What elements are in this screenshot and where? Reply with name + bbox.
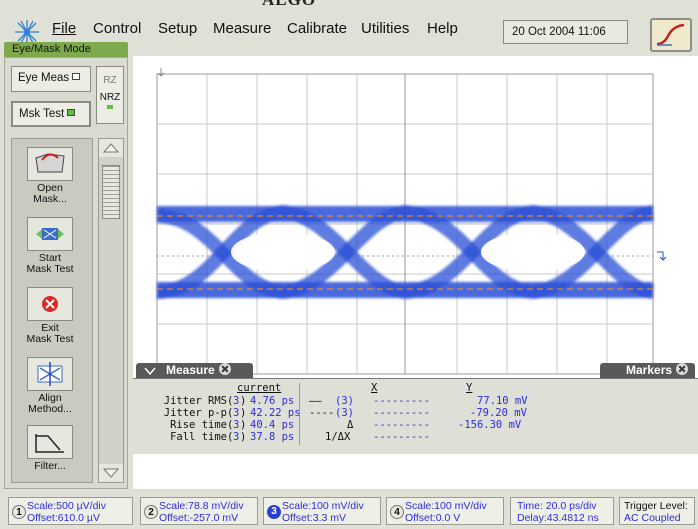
start-mask-icon xyxy=(27,217,73,251)
eye-mask-mode-tab[interactable]: Eye/Mask Mode xyxy=(4,42,128,57)
chevron-down-icon xyxy=(144,365,156,379)
exit-mask-icon xyxy=(27,287,73,321)
measure-scope-button[interactable] xyxy=(650,18,692,52)
markers-tab[interactable]: Markers xyxy=(600,363,695,378)
menu-help[interactable]: Help xyxy=(427,20,458,37)
nrz-led-icon xyxy=(107,105,113,109)
channel-number-badge: 4 xyxy=(390,505,404,519)
scroll-up-icon[interactable] xyxy=(99,139,123,157)
measure-panel: current X Y Jitter RMS (3) 4.76 ps Jitte… xyxy=(133,378,698,454)
left-control-panel: Eye Meas Msk Test RZ NRZ Open Mask... St… xyxy=(4,57,128,489)
menu-control[interactable]: Control xyxy=(93,20,141,37)
menu-utilities[interactable]: Utilities xyxy=(361,20,409,37)
tool-scrollbar[interactable] xyxy=(98,138,124,483)
scroll-thumb[interactable] xyxy=(102,165,120,219)
align-method-button[interactable]: Align Method... xyxy=(18,357,82,415)
menu-calibrate[interactable]: Calibrate xyxy=(287,20,347,37)
rz-nrz-toggle[interactable]: RZ NRZ xyxy=(96,66,124,124)
menu-bar: File Control Setup Measure Calibrate Uti… xyxy=(0,8,698,52)
channel-1-readout[interactable]: 1 Scale:500 µV/div Offset:610.0 µV xyxy=(8,497,133,525)
align-icon xyxy=(27,357,73,391)
date-time-display: 20 Oct 2004 11:06 xyxy=(503,20,628,44)
measure-close-icon[interactable] xyxy=(218,363,231,375)
exit-mask-test-button[interactable]: Exit Mask Test xyxy=(18,287,82,345)
msk-test-button[interactable]: Msk Test xyxy=(11,101,91,127)
open-folder-icon xyxy=(27,147,73,181)
col-x-header: X xyxy=(371,382,378,394)
open-mask-button[interactable]: Open Mask... xyxy=(18,147,82,205)
filter-button[interactable]: Filter... xyxy=(18,425,82,472)
menu-setup[interactable]: Setup xyxy=(158,20,197,37)
status-bar: 1 Scale:500 µV/div Offset:610.0 µV 2 Sca… xyxy=(0,489,698,529)
markers-close-icon[interactable] xyxy=(676,363,689,375)
waveform-icon xyxy=(656,23,685,46)
measure-tab[interactable]: Measure xyxy=(136,363,253,378)
title-strip: ALGO xyxy=(0,0,698,9)
eye-meas-button[interactable]: Eye Meas xyxy=(11,66,91,92)
scroll-down-icon[interactable] xyxy=(99,464,123,482)
tool-column: Open Mask... Start Mask Test Exit Mask T… xyxy=(11,138,93,483)
msk-test-led-icon xyxy=(67,109,76,116)
channel-number-badge: 2 xyxy=(144,505,158,519)
channel-number-badge: 1 xyxy=(12,505,26,519)
col-current-header: current xyxy=(237,382,282,394)
channel-3-readout[interactable]: 3 Scale:100 mV/div Offset:3.3 mV xyxy=(263,497,381,525)
start-mask-test-button[interactable]: Start Mask Test xyxy=(18,217,82,275)
nrz-label: NRZ xyxy=(99,92,121,103)
measure-divider xyxy=(299,383,300,445)
channel-4-readout[interactable]: 4 Scale:100 mV/div Offset:0.0 V xyxy=(386,497,504,525)
menu-file[interactable]: File xyxy=(52,20,76,37)
filter-icon xyxy=(27,425,73,459)
eye-meas-led-icon xyxy=(72,73,81,80)
trigger-readout[interactable]: Trigger Level: AC Coupled xyxy=(619,497,695,525)
rz-label: RZ xyxy=(103,75,117,86)
timebase-readout[interactable]: Time: 20.0 ps/div Delay:43.4812 ns xyxy=(510,497,614,525)
channel-2-readout[interactable]: 2 Scale:78.8 mV/div Offset:-257.0 mV xyxy=(140,497,258,525)
channel-number-badge: 3 xyxy=(267,505,281,519)
col-y-header: Y xyxy=(466,382,473,394)
menu-measure[interactable]: Measure xyxy=(213,20,271,37)
